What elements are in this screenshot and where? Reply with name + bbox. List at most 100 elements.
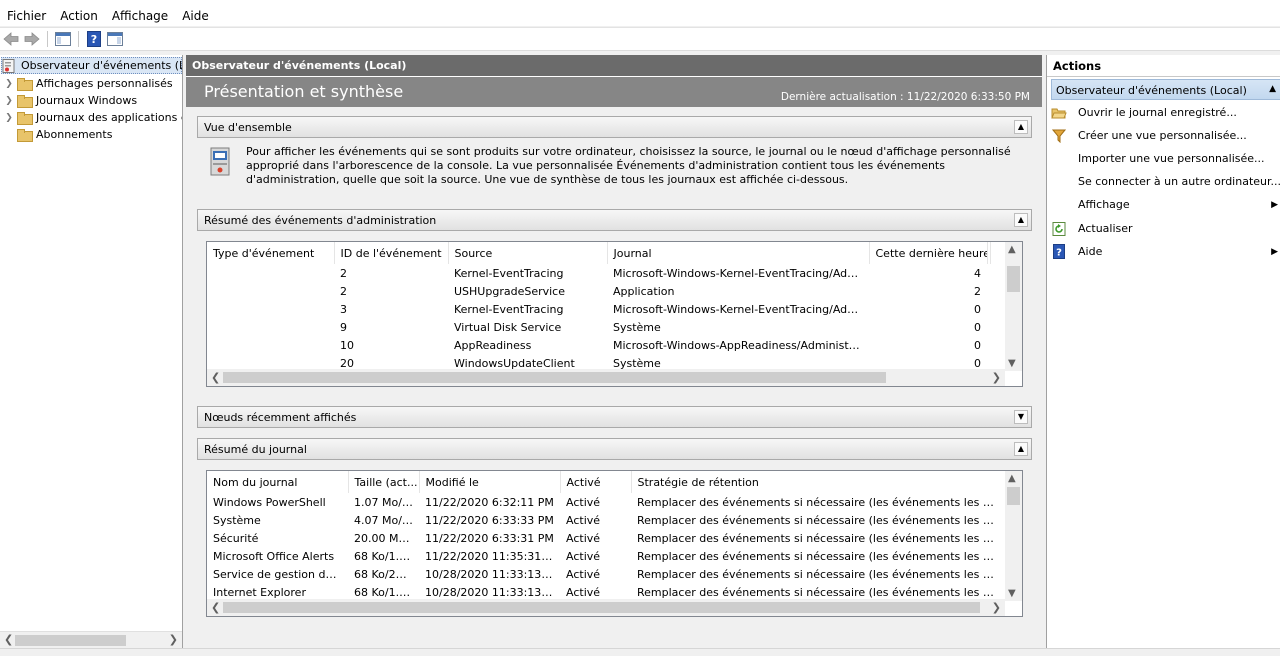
action-create-custom-view[interactable]: Créer une vue personnalisée... [1051,125,1280,146]
table-cell-source: Kernel-EventTracing [454,302,564,316]
table-row[interactable]: 9 Virtual Disk Service Système 0 [207,318,990,336]
table-cell-hour: 4 [974,266,981,280]
actions-group-header[interactable]: Observateur d'événements (Local) ▲ [1051,79,1280,100]
chevron-right-icon[interactable]: ❯ [4,96,14,106]
column-header[interactable]: Modifié le [419,471,561,493]
column-header[interactable]: Stratégie de rétention [631,471,1007,493]
scrollbar-thumb[interactable] [1007,487,1020,505]
scroll-right-icon[interactable]: ❯ [992,601,1001,614]
tree-item-custom-views[interactable]: ❯ Affichages personnalisés [4,75,173,92]
collapse-icon[interactable]: ▲ [1014,120,1028,134]
table-cell-id: 2 [340,284,347,298]
expand-icon[interactable]: ▼ [1014,410,1028,424]
table-cell-source: Kernel-EventTracing [454,266,564,280]
column-header[interactable]: Cette dernière heure [869,242,988,264]
action-open-saved-log[interactable]: Ouvrir le journal enregistré... [1051,102,1280,123]
center-pane-header: Observateur d'événements (Local) [186,55,1042,76]
table-row[interactable]: 2 USHUpgradeService Application 2 [207,282,990,300]
back-arrow-icon[interactable] [2,30,20,48]
table-row[interactable]: Service de gestion de clés 68 Ko/20 ... 10… [207,565,1006,583]
action-refresh[interactable]: Actualiser [1051,218,1280,239]
scroll-up-icon[interactable]: ▲ [1008,473,1016,484]
table-cell-enabled: Activé [566,567,601,581]
tree-item-app-service-logs[interactable]: ❯ Journaux des applications et de servic… [4,109,182,126]
center-body: Vue d'ensemble ▲ Pour afficher les événe… [186,107,1042,648]
action-connect-computer[interactable]: Se connecter à un autre ordinateur... [1051,171,1280,192]
menu-aide[interactable]: Aide [175,9,216,23]
admin-table-horizontal-scrollbar[interactable]: ❮ ❯ [207,369,1005,386]
table-row[interactable]: Système 4.07 Mo/2... 11/22/2020 6:33:33 PM… [207,511,1006,529]
log-summary-section-header[interactable]: Résumé du journal ▲ [197,438,1032,460]
table-cell-policy: Remplacer des événements si nécessaire (… [637,549,1006,563]
table-row[interactable]: 3 Kernel-EventTracing Microsoft-Windows-Ke… [207,300,990,318]
chevron-right-icon[interactable]: ❯ [4,113,14,123]
recent-nodes-section-header[interactable]: Nœuds récemment affichés ▼ [197,406,1032,428]
table-cell-policy: Remplacer des événements si nécessaire (… [637,531,1006,545]
action-import-custom-view[interactable]: Importer une vue personnalisée... [1051,148,1280,169]
collapse-icon[interactable]: ▲ [1014,442,1028,456]
overview-banner: Présentation et synthèse Dernière actual… [186,77,1042,107]
show-hide-action-pane-icon[interactable] [106,30,124,48]
column-header[interactable]: Activé [560,471,632,493]
scroll-left-icon[interactable]: ❮ [4,633,13,646]
log-table-horizontal-scrollbar[interactable]: ❮ ❯ [207,599,1005,616]
admin-summary-section-header[interactable]: Résumé des événements d'administration ▲ [197,209,1032,231]
scroll-right-icon[interactable]: ❯ [169,633,178,646]
chevron-right-icon[interactable]: ❯ [4,79,14,89]
table-cell-policy: Remplacer des événements si nécessaire (… [637,495,1006,509]
table-cell-journal: Microsoft-Windows-AppReadiness/Administr… [613,338,869,352]
log-table-vertical-scrollbar[interactable]: ▲ ▼ [1005,471,1022,601]
table-cell-modified: 10/28/2020 11:33:13 AM [425,567,560,581]
submenu-arrow-icon: ▶ [1271,246,1278,257]
table-cell-enabled: Activé [566,549,601,563]
table-cell-hour: 0 [974,320,981,334]
forward-arrow-icon[interactable] [23,30,41,48]
table-cell-hour: 0 [974,302,981,316]
help-icon[interactable]: ? [85,30,103,48]
scroll-up-icon[interactable]: ▲ [1008,244,1016,255]
action-label: Aide [1078,245,1103,258]
table-row[interactable]: 2 Kernel-EventTracing Microsoft-Windows-Ke… [207,264,990,282]
table-row[interactable]: Sécurité 20.00 Mo/... 11/22/2020 6:33:31 P… [207,529,1006,547]
column-header[interactable]: Type d'événement [207,242,335,264]
column-header[interactable]: Taille (act... [348,471,420,493]
scrollbar-thumb[interactable] [223,602,980,613]
scroll-down-icon[interactable]: ▼ [1008,358,1016,369]
scrollbar-thumb[interactable] [223,372,886,383]
tree-horizontal-scrollbar[interactable]: ❮ ❯ [0,631,182,648]
scrollbar-thumb[interactable] [15,635,126,646]
collapse-icon[interactable]: ▲ [1269,84,1276,94]
table-row[interactable]: Microsoft Office Alerts 68 Ko/1.0... 11/22… [207,547,1006,565]
menu-action[interactable]: Action [53,9,105,23]
column-header[interactable]: 2 [987,242,991,264]
menu-fichier[interactable]: Fichier [0,9,53,23]
column-header[interactable]: Journal [607,242,870,264]
tree-item-event-viewer-local[interactable]: Observateur d'événements (Local) [1,57,182,74]
menu-affichage[interactable]: Affichage [105,9,175,23]
table-header-row: Nom du journal Taille (act... Modifié le… [207,471,1007,493]
collapse-icon[interactable]: ▲ [1014,213,1028,227]
tree-item-windows-logs[interactable]: ❯ Journaux Windows [4,92,137,109]
column-header[interactable]: ID de l'événement [334,242,449,264]
table-row[interactable]: 10 AppReadiness Microsoft-Windows-AppReadi… [207,336,990,354]
table-cell-name: Système [213,513,261,527]
tree-item-subscriptions[interactable]: Abonnements [4,126,112,143]
table-cell-pad [987,336,990,354]
action-label: Ouvrir le journal enregistré... [1078,106,1237,119]
scrollbar-thumb[interactable] [1007,266,1020,292]
admin-table-vertical-scrollbar[interactable]: ▲ ▼ [1005,242,1022,371]
scroll-left-icon[interactable]: ❮ [211,601,220,614]
overview-section-header[interactable]: Vue d'ensemble ▲ [197,116,1032,138]
scroll-left-icon[interactable]: ❮ [211,371,220,384]
action-view-submenu[interactable]: Affichage ▶ [1051,194,1280,215]
folder-icon [17,112,33,125]
column-header[interactable]: Source [448,242,608,264]
show-hide-tree-icon[interactable] [54,30,72,48]
scroll-right-icon[interactable]: ❯ [992,371,1001,384]
column-header[interactable]: Nom du journal [207,471,349,493]
table-row[interactable]: Windows PowerShell 1.07 Mo/1... 11/22/2020… [207,493,1006,511]
scroll-down-icon[interactable]: ▼ [1008,588,1016,599]
svg-text:?: ? [1056,248,1062,259]
action-help-submenu[interactable]: ? Aide ▶ [1051,241,1280,262]
table-cell-journal: Système [613,320,661,334]
